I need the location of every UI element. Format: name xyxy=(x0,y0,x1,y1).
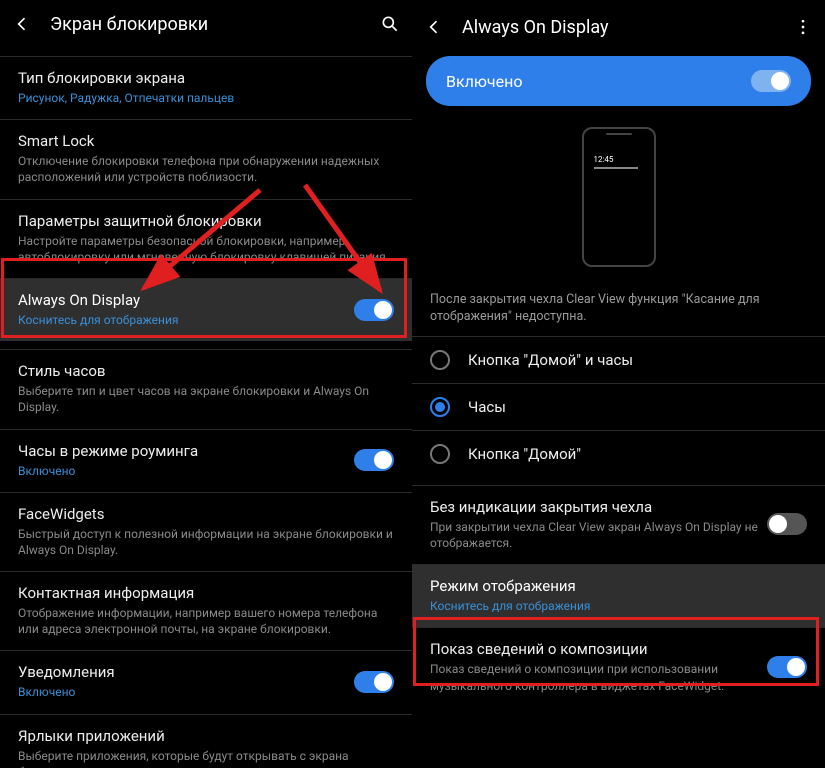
header: Always On Display xyxy=(412,0,825,48)
toggle-aod[interactable] xyxy=(354,299,394,321)
radio-clock[interactable]: Часы xyxy=(412,383,825,430)
row-contact-info[interactable]: Контактная информация Отображение информ… xyxy=(0,571,412,650)
row-music-info[interactable]: Показ сведений о композиции Показ сведен… xyxy=(412,627,825,706)
toggle-cover-indication[interactable] xyxy=(767,513,807,535)
header: Экран блокировки xyxy=(0,0,412,48)
screen-aod-settings: Always On Display Включено 12:45 После з… xyxy=(412,0,825,768)
row-app-shortcuts[interactable]: Ярлыки приложений Выберите приложения, к… xyxy=(0,714,412,768)
phone-mock: 12:45 xyxy=(582,127,656,267)
radio-home-and-clock[interactable]: Кнопка "Домой" и часы xyxy=(412,336,825,383)
row-clock-style[interactable]: Стиль часов Выберите тип и цвет часов на… xyxy=(0,349,412,428)
radio-icon xyxy=(430,397,450,417)
caption: После закрытия чехла Clear View функция … xyxy=(412,288,825,336)
row-always-on-display[interactable]: Always On Display Коснитесь для отображе… xyxy=(0,278,412,341)
row-secure-lock-params[interactable]: Параметры защитной блокировки Настройте … xyxy=(0,199,412,278)
row-facewidgets[interactable]: FaceWidgets Быстрый доступ к полезной ин… xyxy=(0,492,412,571)
toggle-notifications[interactable] xyxy=(354,671,394,693)
row-notifications[interactable]: Уведомления Включено xyxy=(0,650,412,713)
back-icon[interactable] xyxy=(12,14,32,34)
overflow-icon[interactable] xyxy=(793,17,813,37)
enabled-label: Включено xyxy=(446,72,751,91)
screen-lock-settings: Экран блокировки Тип блокировки экрана Р… xyxy=(0,0,412,768)
row-roaming-clock[interactable]: Часы в режиме роуминга Включено xyxy=(0,429,412,492)
page-title: Экран блокировки xyxy=(50,14,380,35)
page-title: Always On Display xyxy=(462,17,793,38)
toggle-roaming-clock[interactable] xyxy=(354,449,394,471)
enabled-bar: Включено xyxy=(426,56,811,106)
row-lock-type[interactable]: Тип блокировки экрана Рисунок, Радужка, … xyxy=(0,56,412,119)
search-icon[interactable] xyxy=(380,14,400,34)
radio-icon xyxy=(430,444,450,464)
back-icon[interactable] xyxy=(424,17,444,37)
toggle-enabled[interactable] xyxy=(751,70,791,92)
row-display-mode[interactable]: Режим отображения Коснитесь для отображе… xyxy=(412,564,825,627)
radio-icon xyxy=(430,350,450,370)
preview-time: 12:45 xyxy=(594,155,614,164)
preview-zone: 12:45 xyxy=(412,112,825,282)
row-smart-lock[interactable]: Smart Lock Отключение блокировки телефон… xyxy=(0,119,412,198)
toggle-music-info[interactable] xyxy=(767,656,807,678)
radio-home[interactable]: Кнопка "Домой" xyxy=(412,430,825,477)
row-no-cover-indication[interactable]: Без индикации закрытия чехла При закрыти… xyxy=(412,485,825,564)
